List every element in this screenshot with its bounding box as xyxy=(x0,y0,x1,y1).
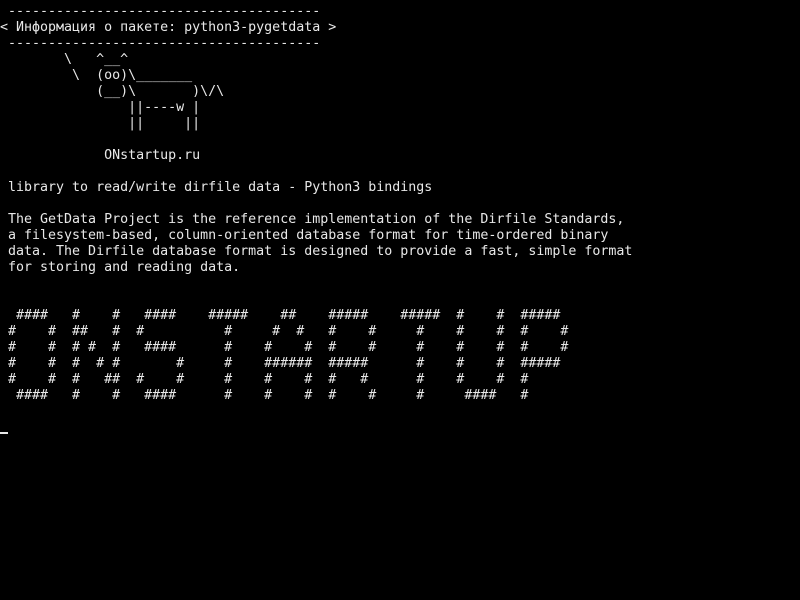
banner-art-line: # # # ## # # # # # # # # # # # xyxy=(0,372,529,387)
cowsay-title: < Информация о пакете: python3-pygetdata… xyxy=(0,20,337,35)
package-description-line: a filesystem-based, column-oriented data… xyxy=(0,228,609,243)
banner-art-line: # # ## # # # # # # # # # # # # xyxy=(0,324,569,339)
terminal-screen[interactable]: --------------------------------------- … xyxy=(0,0,800,600)
banner-art-line: # # # # # #### # # # # # # # # # # xyxy=(0,340,569,355)
package-summary: library to read/write dirfile data - Pyt… xyxy=(0,180,433,195)
cow-art-line: (__)\ )\/\ xyxy=(0,84,225,99)
cow-art-line: \ (oo)\_______ xyxy=(0,68,193,83)
package-description-line: The GetData Project is the reference imp… xyxy=(0,212,625,227)
banner-art-line: # # # # # # # ###### ##### # # # ##### xyxy=(0,356,561,371)
cow-art-line: ||----w | xyxy=(0,100,201,115)
cowsay-border-bottom: --------------------------------------- xyxy=(0,36,321,51)
prompt-line[interactable] xyxy=(0,420,800,436)
banner-art-line: #### # # #### # # # # # # #### # xyxy=(0,388,529,403)
cowsay-border-top: --------------------------------------- xyxy=(0,4,321,19)
cow-art-line: || || xyxy=(0,116,201,131)
banner-art-line: #### # # #### ##### ## ##### ##### # # #… xyxy=(0,308,561,323)
text-cursor xyxy=(0,432,8,434)
package-description-line: data. The Dirfile database format is des… xyxy=(0,244,633,259)
package-description-line: for storing and reading data. xyxy=(0,260,241,275)
site-name: ONstartup.ru xyxy=(0,148,201,163)
cow-art-line: \ ^__^ xyxy=(0,52,129,67)
